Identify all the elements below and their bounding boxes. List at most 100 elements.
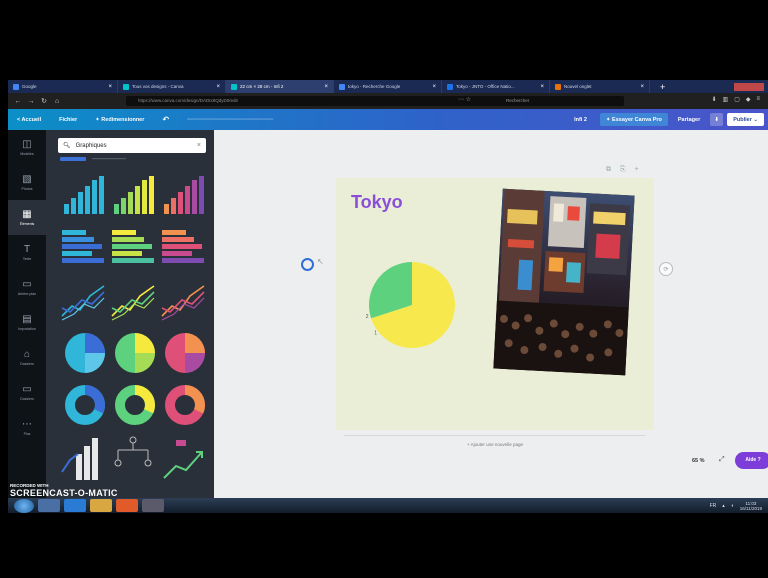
undo-icon[interactable]: ↶ bbox=[153, 115, 178, 124]
library-icon[interactable]: ▥ bbox=[723, 96, 729, 103]
line-chart-thumb-1[interactable] bbox=[60, 278, 106, 324]
rail-item-folders2[interactable]: ▭ Dossiers bbox=[8, 375, 46, 410]
rail-item-text[interactable]: T Texte bbox=[8, 235, 46, 270]
explorer-taskbar-icon[interactable] bbox=[38, 499, 60, 512]
clear-icon[interactable]: × bbox=[197, 142, 201, 149]
rotate-handle-icon[interactable]: ⟳ bbox=[659, 262, 673, 276]
hbar-chart-thumb-1[interactable] bbox=[60, 224, 106, 270]
hbar-chart-thumb-2[interactable] bbox=[110, 224, 156, 270]
start-icon[interactable] bbox=[14, 498, 34, 513]
tab-jnto[interactable]: Tokyo - JNTO - Office Natio... × bbox=[442, 80, 550, 93]
file-menu[interactable]: Fichier bbox=[50, 117, 86, 123]
pie-chart-thumb-2[interactable] bbox=[112, 330, 158, 376]
rail-item-photos[interactable]: ▧ Photos bbox=[8, 165, 46, 200]
donut-chart-thumb-1[interactable] bbox=[62, 382, 108, 428]
pie-chart-thumb-1[interactable] bbox=[62, 330, 108, 376]
graphics-search-input[interactable]: 🔍︎ Graphiques × bbox=[58, 138, 206, 153]
share-button[interactable]: Partager bbox=[672, 113, 706, 126]
network-icon[interactable]: ▴ bbox=[722, 503, 725, 509]
toolbar-icons: ⬇ ▥ ▢ ◆ ≡ bbox=[711, 96, 760, 103]
try-pro-button[interactable]: ✦ Essayer Canva Pro bbox=[599, 113, 668, 126]
home-button[interactable]: < Accueil bbox=[8, 117, 50, 123]
add-page-button[interactable]: + Ajouter une nouvelle page bbox=[344, 435, 646, 452]
copy-page-icon[interactable]: ⎘ bbox=[620, 166, 626, 174]
zoom-level[interactable]: 65 % bbox=[692, 458, 705, 464]
donut-chart-thumb-3[interactable] bbox=[162, 382, 208, 428]
workspace: ⧉ ⎘ + Tokyo 12 ⟳ ↖ + Ajouter une nouvell… bbox=[214, 130, 768, 498]
rail-label: Importation bbox=[18, 327, 36, 331]
download-button[interactable]: ⬇ bbox=[710, 113, 724, 126]
browser-search-input[interactable]: Rechercher bbox=[500, 96, 624, 106]
tokyo-street-image bbox=[493, 188, 635, 376]
volume-icon[interactable]: ◖ bbox=[731, 503, 734, 509]
line-chart-thumb-3[interactable] bbox=[160, 278, 206, 324]
left-rail: ◫ Modèles ▧ Photos ▦ Éléments T Texte ▭ Arrière-p… bbox=[8, 130, 46, 498]
hbar-chart-thumb-3[interactable] bbox=[160, 224, 206, 270]
close-icon[interactable]: × bbox=[108, 84, 112, 90]
close-icon[interactable]: × bbox=[640, 84, 644, 90]
extension-icon[interactable]: ◆ bbox=[746, 96, 751, 103]
folders-icon: ⌂ bbox=[23, 349, 31, 360]
bar-chart-thumb-3[interactable] bbox=[160, 172, 206, 218]
reload-icon[interactable]: ↻ bbox=[40, 97, 48, 105]
rail-item-folders[interactable]: ⌂ Dossiers bbox=[8, 340, 46, 375]
clock[interactable]: 11:03 16/11/2019 bbox=[740, 501, 762, 511]
rail-item-elements[interactable]: ▦ Éléments bbox=[8, 200, 46, 235]
design-name[interactable]: Infi 2 bbox=[565, 117, 596, 123]
org-chart-thumb[interactable] bbox=[110, 434, 156, 480]
sidebar-icon[interactable]: ▢ bbox=[734, 96, 740, 103]
rail-item-uploads[interactable]: ▤ Importation bbox=[8, 305, 46, 340]
templates-icon: ◫ bbox=[22, 139, 32, 150]
bookmark-icon[interactable]: ⋯ ☆ bbox=[458, 96, 471, 103]
bar-chart-thumb-1[interactable] bbox=[60, 172, 106, 218]
close-icon[interactable]: × bbox=[432, 84, 436, 90]
delete-page-icon[interactable]: + bbox=[635, 166, 639, 174]
files-taskbar-icon[interactable] bbox=[90, 499, 112, 512]
page-title[interactable]: Tokyo bbox=[351, 192, 403, 213]
rail-label: Éléments bbox=[19, 222, 35, 226]
download-icon[interactable]: ⬇ bbox=[711, 96, 716, 103]
close-icon[interactable]: × bbox=[324, 84, 328, 90]
pie-slices bbox=[369, 262, 455, 348]
word-taskbar-icon[interactable] bbox=[64, 499, 86, 512]
back-icon[interactable]: ← bbox=[14, 98, 22, 105]
menu-icon[interactable]: ≡ bbox=[756, 96, 760, 103]
tab-canva-designs[interactable]: Tous vos designs - Canva × bbox=[118, 80, 226, 93]
pie-chart[interactable]: 12 bbox=[366, 259, 476, 369]
duplicate-page-icon[interactable]: ⧉ bbox=[606, 166, 611, 174]
close-icon[interactable]: × bbox=[540, 84, 544, 90]
elements-panel: 🔍︎ Graphiques × ━━━━━━━━━━━━━━━━ bbox=[46, 130, 214, 498]
pie-chart-thumb-3[interactable] bbox=[162, 330, 208, 376]
app-taskbar-icon[interactable] bbox=[142, 499, 164, 512]
tab-google[interactable]: Google × bbox=[8, 80, 118, 93]
google-favicon-icon bbox=[339, 83, 345, 90]
rail-item-more[interactable]: ⋯ Plus bbox=[8, 410, 46, 445]
design-page[interactable]: Tokyo 12 bbox=[336, 178, 654, 430]
tokyo-photo[interactable] bbox=[493, 188, 635, 376]
new-tab-icon[interactable]: + bbox=[660, 82, 665, 92]
rail-label: Dossiers bbox=[20, 397, 34, 401]
line-chart-thumb-2[interactable] bbox=[110, 278, 156, 324]
search-icon: 🔍︎ bbox=[63, 143, 71, 149]
window-controls[interactable] bbox=[734, 82, 764, 91]
mouse-pointer-icon: ↖ bbox=[317, 257, 324, 266]
column-line-thumb[interactable] bbox=[60, 434, 106, 480]
rail-label: Plus bbox=[23, 432, 31, 436]
tab-google-search[interactable]: tokyo - Recherche Google × bbox=[334, 80, 442, 93]
growth-chart-thumb[interactable] bbox=[160, 434, 206, 480]
donut-chart-thumb-2[interactable] bbox=[112, 382, 158, 428]
tab-new[interactable]: Nouvel onglet × bbox=[550, 80, 650, 93]
publish-button[interactable]: Publier ⌄ bbox=[727, 113, 764, 126]
rail-item-background[interactable]: ▭ Arrière-plan bbox=[8, 270, 46, 305]
tab-canva-edit[interactable]: 22 cm × 28 cm - Infi 2 × bbox=[226, 80, 334, 93]
fullscreen-icon[interactable]: ⤢ bbox=[719, 456, 725, 464]
rail-item-templates[interactable]: ◫ Modèles bbox=[8, 130, 46, 165]
help-button[interactable]: Aide ? bbox=[735, 452, 768, 469]
language-indicator[interactable]: FR bbox=[710, 503, 717, 509]
home-icon[interactable]: ⌂ bbox=[53, 98, 61, 105]
resize-button[interactable]: ✦ Redimensionner bbox=[86, 117, 153, 123]
firefox-taskbar-icon[interactable] bbox=[116, 499, 138, 512]
forward-icon[interactable]: → bbox=[27, 98, 35, 105]
close-icon[interactable]: × bbox=[216, 84, 220, 90]
bar-chart-thumb-2[interactable] bbox=[110, 172, 156, 218]
